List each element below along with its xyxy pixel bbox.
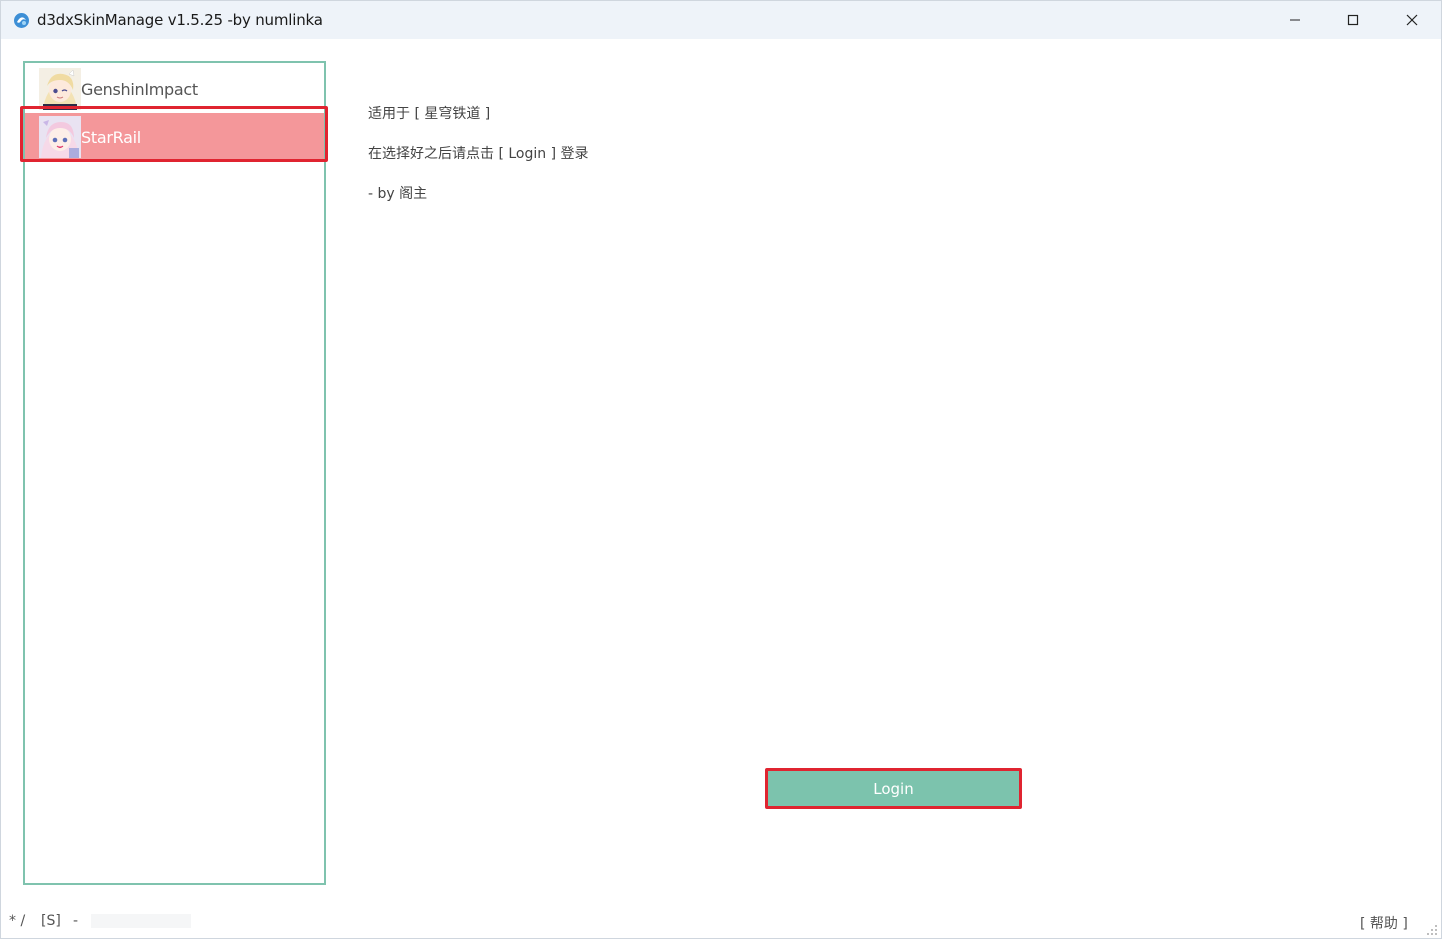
minimize-button[interactable] (1266, 1, 1324, 39)
game-item-starrail[interactable]: StarRail (25, 113, 324, 161)
maximize-icon (1347, 14, 1359, 26)
starrail-avatar-icon (39, 116, 81, 158)
status-path: * / (9, 913, 26, 929)
status-message (91, 914, 191, 928)
genshin-avatar-icon (39, 68, 81, 110)
status-mode: [S] (41, 913, 61, 929)
maximize-button[interactable] (1324, 1, 1382, 39)
game-label: StarRail (81, 128, 141, 147)
game-item-genshinimpact[interactable]: GenshinImpact (25, 65, 324, 113)
minimize-icon (1290, 19, 1300, 21)
info-instruction: 在选择好之后请点击 [ Login ] 登录 (368, 146, 589, 162)
close-button[interactable] (1383, 1, 1441, 39)
info-applies-to: 适用于 [ 星穹铁道 ] (368, 106, 491, 122)
resize-grip-icon[interactable] (1423, 921, 1439, 937)
window-title: d3dxSkinManage v1.5.25 -by numlinka (37, 11, 323, 29)
status-separator: - (73, 913, 79, 929)
title-bar[interactable]: d3dxSkinManage v1.5.25 -by numlinka (1, 1, 1441, 39)
app-icon (13, 12, 30, 29)
close-icon (1406, 14, 1418, 26)
app-window: d3dxSkinManage v1.5.25 -by numlinka Gens… (0, 0, 1442, 939)
login-button[interactable]: Login (768, 771, 1019, 806)
help-link[interactable]: [ 帮助 ] (1360, 913, 1408, 933)
info-author: - by 阁主 (368, 186, 428, 202)
game-list: GenshinImpact StarRail (23, 61, 326, 885)
game-label: GenshinImpact (81, 80, 198, 99)
